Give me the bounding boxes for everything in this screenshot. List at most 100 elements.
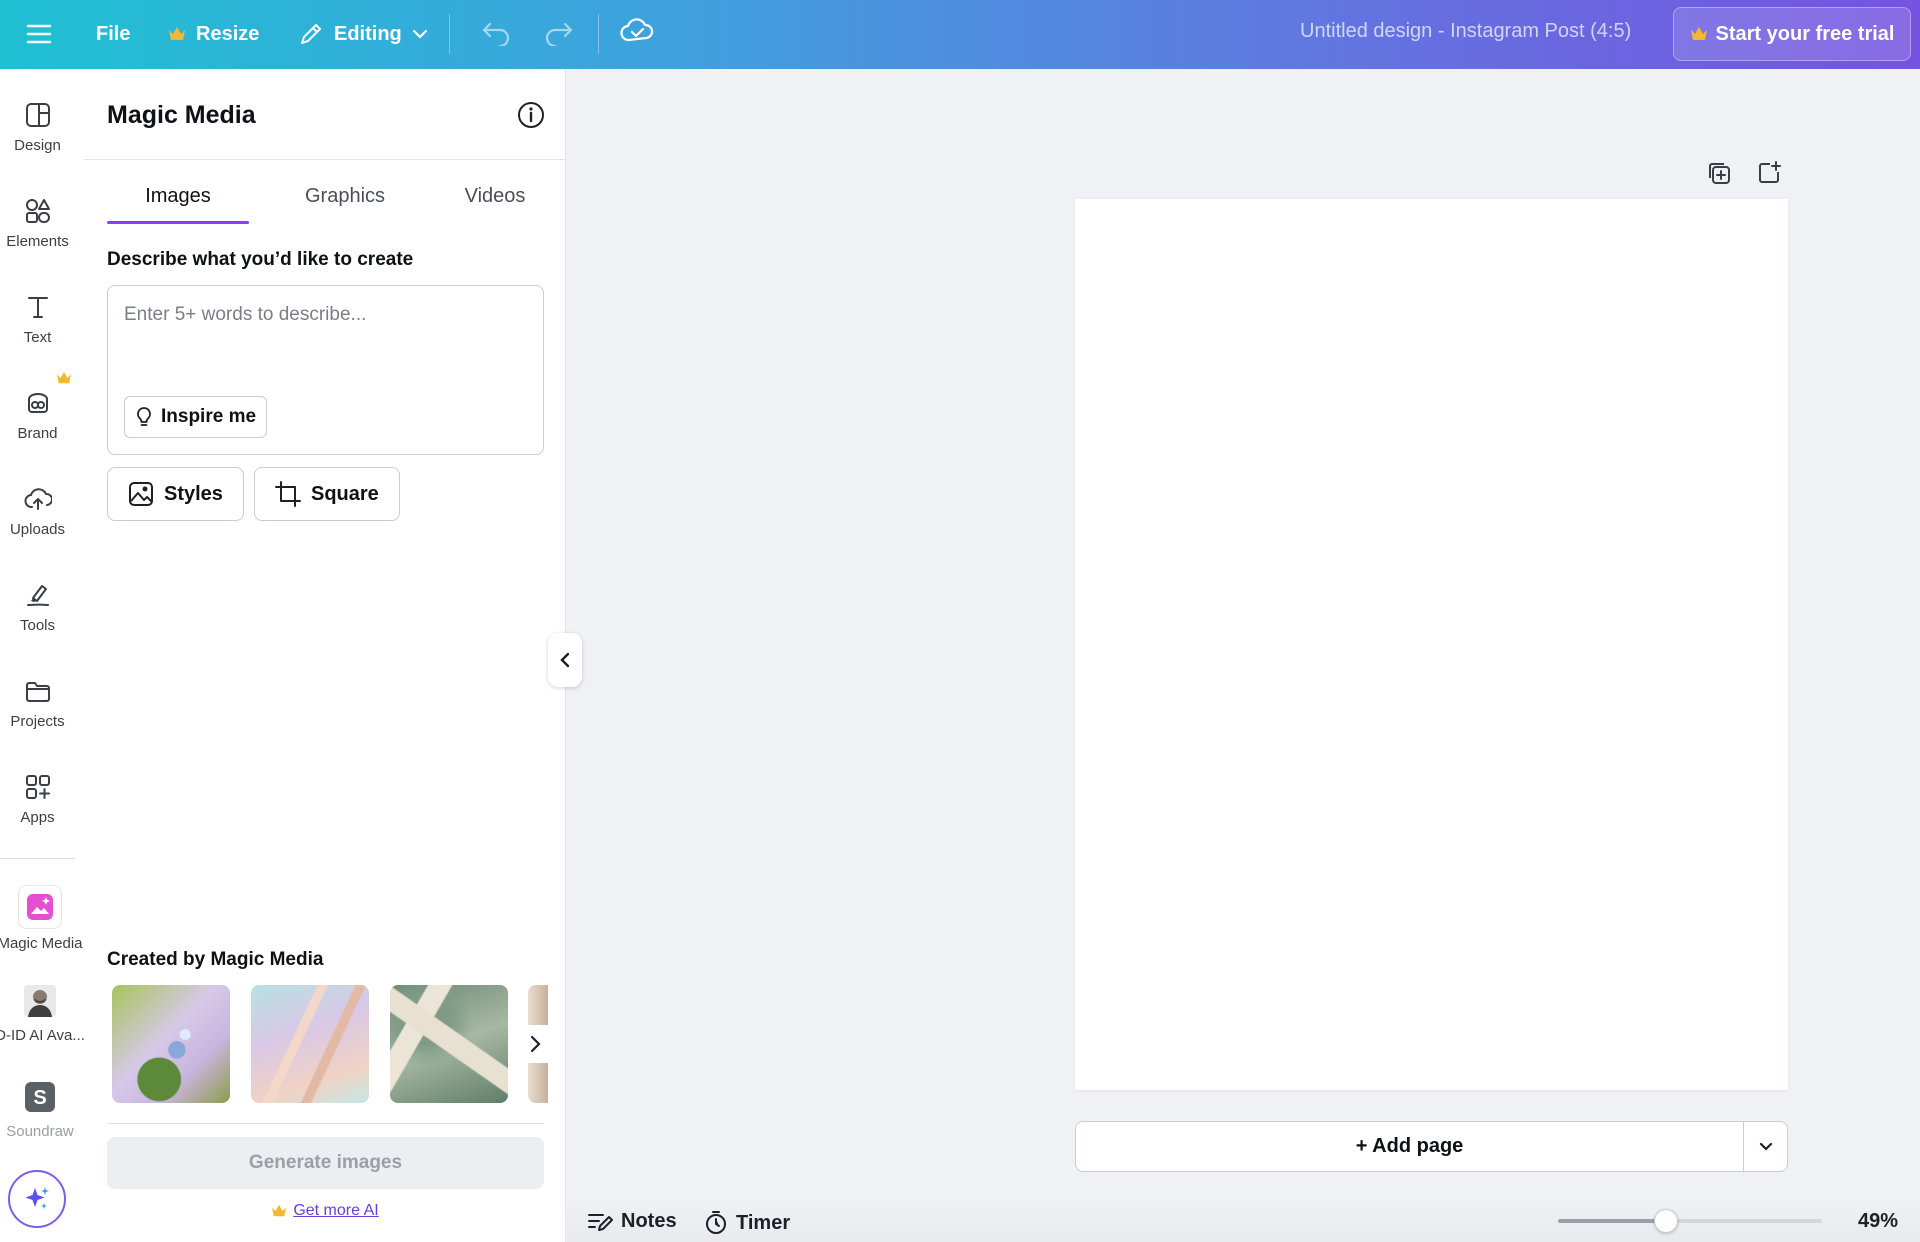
get-more-ai-link[interactable]: Get more AI bbox=[293, 1202, 378, 1220]
add-page-bar: + Add page bbox=[1075, 1121, 1788, 1172]
rail-item-label: Tools bbox=[19, 617, 56, 634]
text-icon bbox=[22, 291, 54, 323]
notes-icon bbox=[587, 1211, 613, 1233]
rail-item-label: Design bbox=[14, 137, 61, 154]
zoom-level[interactable]: 49% bbox=[1858, 1210, 1898, 1233]
rail-item-label: Text bbox=[23, 329, 52, 346]
zoom-slider-fill bbox=[1558, 1219, 1667, 1223]
image-style-icon bbox=[128, 481, 154, 507]
generated-image-thumbnail[interactable] bbox=[390, 985, 508, 1103]
rail-item-label: Apps bbox=[20, 809, 55, 826]
magic-media-icon bbox=[18, 885, 62, 929]
resize-button[interactable]: Resize bbox=[154, 12, 273, 56]
panel-title: Magic Media bbox=[107, 101, 256, 129]
crown-icon bbox=[271, 1204, 287, 1218]
rail-item-label: D-ID AI Ava... bbox=[0, 1027, 84, 1044]
avatar-icon bbox=[20, 981, 60, 1021]
upload-cloud-icon bbox=[22, 483, 54, 515]
soundraw-icon: S bbox=[20, 1077, 60, 1117]
get-more-ai: Get more AI bbox=[84, 1202, 566, 1220]
folder-icon bbox=[22, 675, 54, 707]
timer-icon bbox=[704, 1210, 728, 1236]
crown-icon bbox=[56, 371, 72, 385]
left-rail: Design Elements Text Brand Uploads Tools bbox=[0, 69, 84, 1242]
lightbulb-icon bbox=[135, 406, 153, 428]
panel-divider bbox=[84, 159, 566, 160]
add-page-dropdown[interactable] bbox=[1743, 1122, 1787, 1171]
tab-images[interactable]: Images bbox=[107, 185, 249, 208]
add-page-icon[interactable] bbox=[1756, 160, 1782, 186]
apps-icon bbox=[22, 771, 54, 803]
duplicate-page-icon[interactable] bbox=[1706, 160, 1732, 186]
toolbar-divider bbox=[598, 14, 599, 54]
generated-image-thumbnail[interactable] bbox=[251, 985, 369, 1103]
undo-button[interactable] bbox=[480, 16, 514, 46]
hamburger-icon bbox=[26, 23, 52, 45]
crop-icon bbox=[275, 481, 301, 507]
rail-item-elements[interactable]: Elements bbox=[0, 179, 75, 275]
rail-item-apps[interactable]: Apps bbox=[0, 755, 75, 851]
aspect-ratio-button[interactable]: Square bbox=[254, 467, 400, 521]
prompt-box: Inspire me bbox=[107, 285, 544, 455]
rail-item-tools[interactable]: Tools bbox=[0, 563, 75, 659]
resize-label: Resize bbox=[196, 22, 260, 45]
design-artboard[interactable] bbox=[1075, 199, 1788, 1090]
created-by-label: Created by Magic Media bbox=[107, 949, 324, 970]
zoom-slider-handle[interactable] bbox=[1654, 1209, 1679, 1233]
rail-item-label: Magic Media bbox=[0, 935, 83, 952]
design-icon bbox=[22, 99, 54, 131]
info-icon[interactable] bbox=[516, 100, 546, 130]
file-menu-button[interactable]: File bbox=[82, 12, 144, 56]
rail-item-design[interactable]: Design bbox=[0, 83, 75, 179]
start-free-trial-button[interactable]: Start your free trial bbox=[1673, 7, 1911, 61]
undo-icon bbox=[480, 16, 514, 46]
rail-item-projects[interactable]: Projects bbox=[0, 659, 75, 755]
rail-app-did-avatar[interactable]: D-ID AI Ava... bbox=[0, 965, 84, 1061]
rail-app-magic-media[interactable]: Magic Media bbox=[0, 869, 84, 965]
notes-button[interactable]: Notes bbox=[587, 1210, 677, 1233]
generate-images-button[interactable]: Generate images bbox=[107, 1137, 544, 1189]
magic-assistant-button[interactable] bbox=[8, 1170, 66, 1228]
rail-divider bbox=[0, 858, 75, 859]
rail-item-brand[interactable]: Brand bbox=[0, 371, 75, 467]
tools-icon bbox=[22, 579, 54, 611]
styles-button[interactable]: Styles bbox=[107, 467, 244, 521]
rail-item-uploads[interactable]: Uploads bbox=[0, 467, 75, 563]
rail-item-label: Soundraw bbox=[6, 1123, 74, 1140]
brand-icon bbox=[22, 387, 54, 419]
rail-item-label: Uploads bbox=[9, 521, 66, 538]
toolbar-divider bbox=[449, 14, 450, 54]
inspire-me-button[interactable]: Inspire me bbox=[124, 396, 268, 438]
timer-button[interactable]: Timer bbox=[704, 1210, 790, 1236]
document-title[interactable]: Untitled design - Instagram Post (4:5) bbox=[1300, 20, 1631, 43]
timer-label: Timer bbox=[736, 1211, 791, 1234]
main-menu-button[interactable] bbox=[20, 12, 58, 56]
describe-label: Describe what you’d like to create bbox=[107, 249, 414, 270]
generated-image-thumbnail[interactable] bbox=[112, 985, 230, 1103]
add-page-button[interactable]: + Add page bbox=[1076, 1122, 1743, 1171]
zoom-slider[interactable] bbox=[1558, 1209, 1822, 1233]
redo-icon bbox=[541, 16, 575, 46]
tab-videos[interactable]: Videos bbox=[424, 185, 566, 208]
editing-mode-dropdown[interactable]: Editing bbox=[284, 12, 442, 56]
redo-button[interactable] bbox=[541, 16, 575, 46]
panel-divider bbox=[107, 1123, 544, 1124]
tab-graphics[interactable]: Graphics bbox=[274, 185, 416, 208]
chevron-down-icon bbox=[1759, 1142, 1773, 1152]
rail-item-label: Brand bbox=[17, 425, 58, 442]
save-status-button[interactable] bbox=[620, 16, 654, 46]
pencil-icon bbox=[298, 21, 324, 47]
crown-icon bbox=[168, 26, 186, 42]
styles-label: Styles bbox=[164, 482, 223, 505]
rail-item-label: Elements bbox=[6, 233, 69, 250]
editing-label: Editing bbox=[334, 22, 402, 45]
prompt-input[interactable] bbox=[124, 300, 524, 330]
rail-item-text[interactable]: Text bbox=[0, 275, 75, 371]
collapse-panel-button[interactable] bbox=[548, 633, 582, 687]
chevron-right-icon bbox=[529, 1035, 541, 1053]
page-actions bbox=[1706, 160, 1782, 186]
magic-media-panel: Magic Media Images Graphics Videos Descr… bbox=[84, 69, 566, 1242]
rail-item-label: Projects bbox=[10, 713, 65, 730]
rail-app-soundraw[interactable]: S Soundraw bbox=[0, 1061, 84, 1157]
thumbnails-next-button[interactable] bbox=[522, 1025, 548, 1063]
